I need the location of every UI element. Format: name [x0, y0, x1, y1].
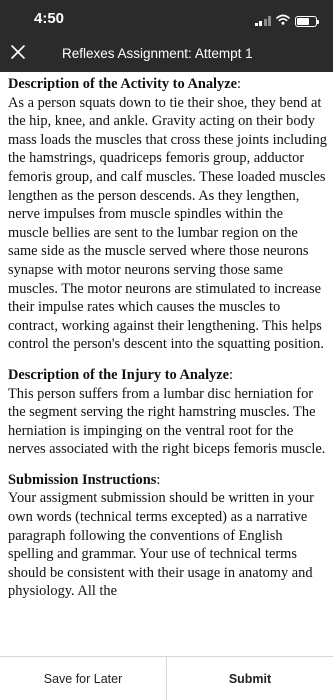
footer-bar: Save for Later Submit — [0, 656, 333, 700]
nav-bar: Reflexes Assignment: Attempt 1 — [0, 36, 333, 72]
save-for-later-button[interactable]: Save for Later — [0, 657, 167, 700]
page-title: Reflexes Assignment: Attempt 1 — [62, 46, 253, 61]
close-icon[interactable] — [10, 44, 26, 65]
section-heading: Description of the Injury to Analyze: — [8, 366, 327, 385]
signal-icon — [254, 16, 271, 26]
activity-body: As a person squats down to tie their sho… — [8, 94, 327, 353]
activity-heading: Description of the Activity to Analyze — [8, 76, 238, 92]
instructions-heading: Submission Instructions — [8, 471, 157, 488]
section-heading: Description of the Activity to Analyze: — [8, 75, 327, 94]
instructions-section: Submission Instructions: Your assigment … — [8, 471, 327, 601]
status-bar: 4:50 — [0, 0, 333, 36]
heading-colon: : — [237, 76, 242, 92]
heading-colon: : — [156, 471, 161, 488]
wifi-icon — [276, 12, 290, 30]
status-icons — [254, 12, 319, 30]
heading-colon: : — [229, 366, 234, 383]
injury-body: This person suffers from a lumbar disc h… — [8, 385, 326, 458]
close-button[interactable] — [6, 42, 30, 66]
section-heading: Submission Instructions: — [8, 471, 327, 490]
submit-button[interactable]: Submit — [167, 657, 333, 700]
status-time: 4:50 — [34, 10, 65, 27]
instructions-body: Your assigment submission should be writ… — [8, 490, 314, 600]
battery-icon — [295, 15, 319, 27]
injury-heading: Description of the Injury to Analyze — [8, 366, 230, 383]
injury-section: Description of the Injury to Analyze: Th… — [8, 366, 327, 459]
activity-section: Description of the Activity to Analyze: … — [8, 75, 327, 354]
assignment-content[interactable]: Description of the Activity to Analyze: … — [0, 72, 333, 656]
